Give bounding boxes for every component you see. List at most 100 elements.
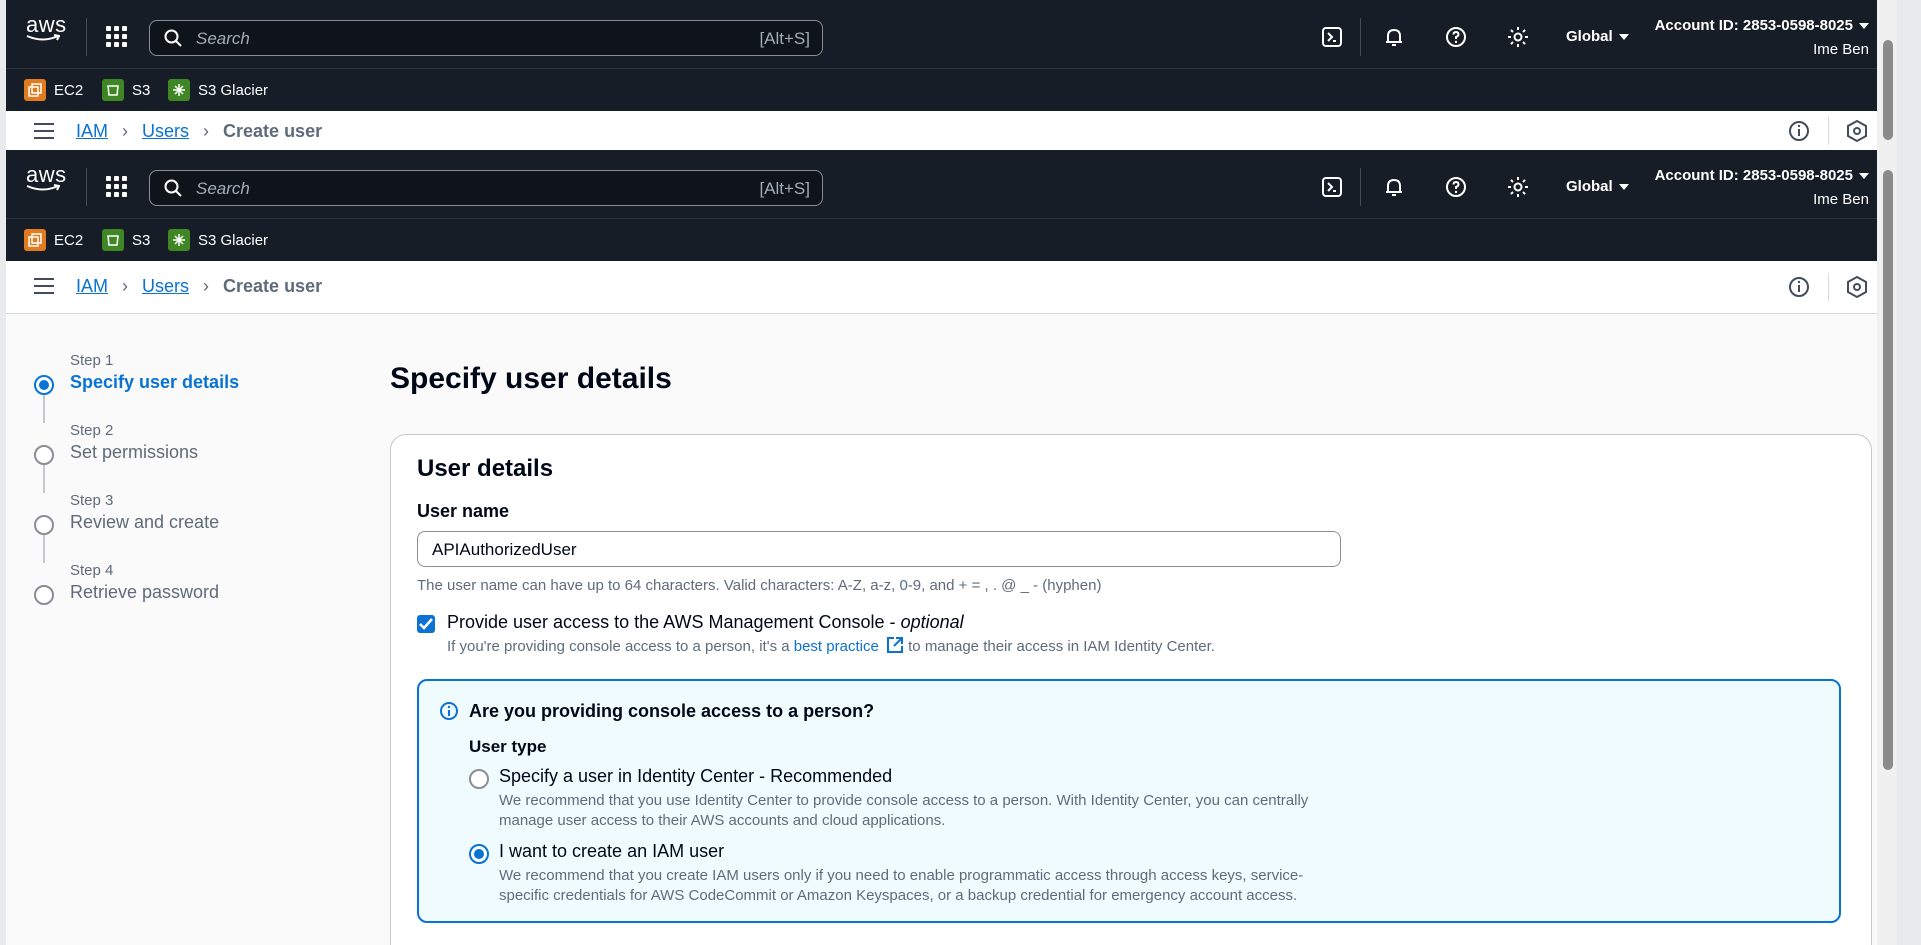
help-icon[interactable]: [1444, 25, 1472, 53]
hexagon-help-icon[interactable]: [1845, 119, 1869, 143]
info-icon[interactable]: [1787, 119, 1811, 143]
step-indicator-icon: [34, 585, 54, 605]
username-input[interactable]: APIAuthorizedUser: [417, 531, 1341, 567]
user-details-card: User details User name APIAuthorizedUser…: [390, 434, 1872, 945]
iam-user-option-description: We recommend that you create IAM users o…: [499, 867, 1304, 904]
identity-center-option-label[interactable]: Specify a user in Identity Center - Reco…: [499, 766, 892, 787]
identity-center-option-description: We recommend that you use Identity Cente…: [499, 792, 1309, 829]
console-access-description: If you're providing console access to a …: [447, 636, 1215, 655]
breadcrumb-bar: IAM › Users › Create user: [6, 261, 1897, 314]
console-access-label[interactable]: Provide user access to the AWS Managemen…: [447, 612, 964, 633]
s3-icon: [102, 79, 124, 101]
scrollbar[interactable]: [1877, 0, 1897, 150]
favorite-s3[interactable]: S3: [102, 229, 150, 251]
breadcrumb-users[interactable]: Users: [142, 121, 189, 142]
username-hint: The user name can have up to 64 characte…: [417, 577, 1102, 594]
info-icon: [440, 702, 458, 720]
caret-down-icon: [1859, 23, 1869, 30]
breadcrumb-iam[interactable]: IAM: [76, 121, 108, 142]
scrollbar[interactable]: [1877, 150, 1897, 945]
chevron-right-icon: ›: [203, 121, 210, 141]
search-icon: [164, 29, 182, 47]
s3-glacier-icon: [168, 229, 190, 251]
info-box-title: Are you providing console access to a pe…: [469, 701, 875, 721]
divider: [86, 168, 87, 206]
divider: [1828, 273, 1829, 301]
breadcrumb: IAM › Users › Create user: [76, 121, 322, 142]
services-menu-icon[interactable]: [106, 176, 130, 200]
account-menu[interactable]: Account ID: 2853-0598-8025 Ime Ben: [1655, 14, 1869, 62]
main-window: aws Search [Alt+S] Global Account ID: 28…: [6, 150, 1897, 945]
s3-icon: [102, 229, 124, 251]
step-4: Step 4 Retrieve password: [34, 562, 334, 632]
cloudshell-icon[interactable]: [1320, 25, 1348, 53]
account-menu[interactable]: Account ID: 2853-0598-8025 Ime Ben: [1655, 164, 1869, 212]
radio-iam-user[interactable]: [469, 844, 489, 864]
breadcrumb: IAM › Users › Create user: [76, 276, 322, 297]
step-connector: [43, 465, 45, 493]
favorites-bar: EC2 S3 S3 Glacier: [6, 218, 1897, 261]
services-menu-icon[interactable]: [106, 26, 130, 50]
aws-logo[interactable]: aws: [26, 164, 66, 200]
favorites-bar: EC2 S3 S3 Glacier: [6, 68, 1897, 111]
hexagon-help-icon[interactable]: [1845, 275, 1869, 299]
caret-down-icon: [1618, 34, 1629, 41]
favorite-s3-glacier[interactable]: S3 Glacier: [168, 79, 268, 101]
iam-user-option-label[interactable]: I want to create an IAM user: [499, 841, 724, 862]
region-selector[interactable]: Global: [1566, 28, 1629, 45]
step-connector: [43, 395, 45, 423]
breadcrumb-bar: IAM › Users › Create user: [6, 111, 1897, 150]
step-indicator-icon: [34, 375, 54, 395]
top-navigation-bar: aws Search [Alt+S] Global Account ID: 28…: [6, 150, 1897, 218]
caret-down-icon: [1618, 184, 1629, 191]
search-icon: [164, 179, 182, 197]
background-window: aws Search [Alt+S] Global Account ID: 28…: [6, 0, 1897, 150]
step-1[interactable]: Step 1 Specify user details: [34, 352, 334, 423]
settings-gear-icon[interactable]: [1506, 175, 1534, 203]
step-connector: [43, 535, 45, 563]
region-selector[interactable]: Global: [1566, 178, 1629, 195]
aws-logo[interactable]: aws: [26, 14, 66, 50]
divider: [1360, 168, 1361, 206]
search-input[interactable]: Search [Alt+S]: [149, 20, 823, 56]
hamburger-menu-icon[interactable]: [34, 278, 54, 296]
notifications-bell-icon[interactable]: [1382, 25, 1410, 53]
divider: [1360, 18, 1361, 56]
ec2-icon: [24, 229, 46, 251]
page-title: Specify user details: [390, 362, 672, 395]
breadcrumb-current: Create user: [223, 276, 323, 296]
breadcrumb-iam[interactable]: IAM: [76, 276, 108, 297]
search-input[interactable]: Search [Alt+S]: [149, 170, 823, 206]
step-indicator-icon: [34, 445, 54, 465]
chevron-right-icon: ›: [203, 276, 210, 296]
scrollbar-thumb[interactable]: [1883, 170, 1893, 770]
step-2: Step 2 Set permissions: [34, 422, 334, 493]
top-navigation-bar: aws Search [Alt+S] Global Account ID: 28…: [6, 0, 1897, 68]
console-access-info-box: Are you providing console access to a pe…: [417, 679, 1841, 923]
breadcrumb-users[interactable]: Users: [142, 276, 189, 297]
console-access-checkbox[interactable]: [417, 615, 435, 633]
username-label: User name: [417, 501, 510, 521]
step-3: Step 3 Review and create: [34, 492, 334, 563]
favorite-ec2[interactable]: EC2: [24, 79, 83, 101]
notifications-bell-icon[interactable]: [1382, 175, 1410, 203]
hamburger-menu-icon[interactable]: [34, 123, 54, 141]
favorite-s3[interactable]: S3: [102, 79, 150, 101]
radio-identity-center[interactable]: [469, 769, 489, 789]
cloudshell-icon[interactable]: [1320, 175, 1348, 203]
settings-gear-icon[interactable]: [1506, 25, 1534, 53]
divider: [86, 18, 87, 56]
external-link-icon[interactable]: [886, 636, 904, 654]
chevron-right-icon: ›: [122, 276, 129, 296]
ec2-icon: [24, 79, 46, 101]
favorite-ec2[interactable]: EC2: [24, 229, 83, 251]
best-practice-link[interactable]: best practice: [794, 638, 879, 655]
checkmark-icon: [419, 618, 433, 630]
favorite-s3-glacier[interactable]: S3 Glacier: [168, 229, 268, 251]
help-icon[interactable]: [1444, 175, 1472, 203]
info-icon[interactable]: [1787, 275, 1811, 299]
user-type-label: User type: [469, 737, 547, 756]
chevron-right-icon: ›: [122, 121, 129, 141]
scrollbar-thumb[interactable]: [1883, 40, 1893, 140]
s3-glacier-icon: [168, 79, 190, 101]
